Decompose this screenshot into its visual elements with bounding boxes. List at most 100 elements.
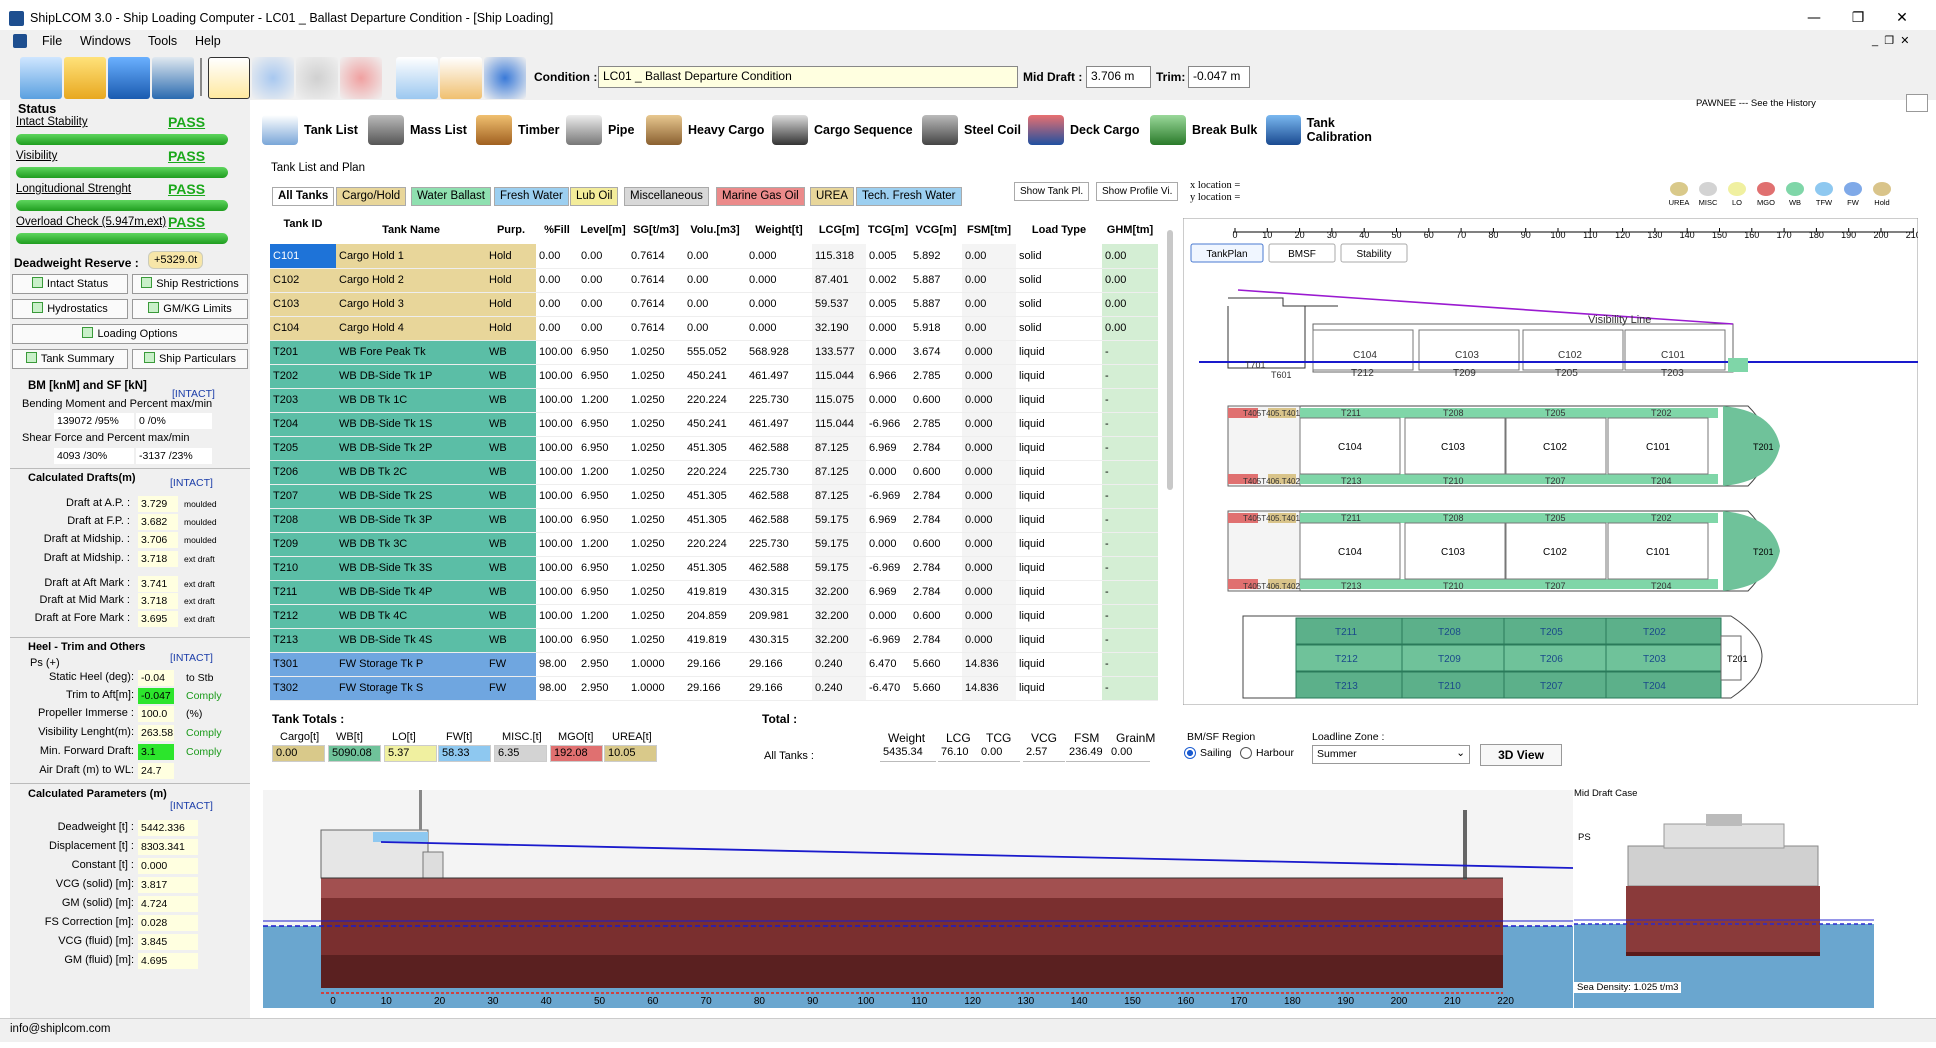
ship-restrictions-button[interactable]: Ship Restrictions: [132, 274, 248, 294]
report-icon[interactable]: [208, 57, 250, 99]
column-header[interactable]: Tank Name: [336, 224, 486, 237]
show-tank-plan-button[interactable]: Show Tank Pl.: [1014, 182, 1090, 201]
tab-tank-list[interactable]: Tank List: [262, 106, 362, 154]
status-visibility-label[interactable]: Visibility: [16, 150, 57, 162]
filter-all-tanks[interactable]: All Tanks: [272, 187, 335, 206]
table-row[interactable]: T210 WB DB-Side Tk 3S WB 100.00 6.950 1.0250 4…: [270, 556, 1158, 581]
filter-urea[interactable]: UREA: [810, 187, 854, 206]
table-row[interactable]: T211 WB DB-Side Tk 4P WB 100.00 6.950 1.0250 4…: [270, 580, 1158, 605]
table-row[interactable]: T213 WB DB-Side Tk 4S WB 100.00 6.950 1.0250 4…: [270, 628, 1158, 653]
table-row[interactable]: C104 Cargo Hold 4 Hold 0.00 0.00 0.7614 0.00 0.…: [270, 316, 1158, 341]
filter-water-ballast[interactable]: Water Ballast: [411, 187, 491, 206]
crane-icon[interactable]: [484, 57, 526, 99]
table-row[interactable]: T208 WB DB-Side Tk 3P WB 100.00 6.950 1.0250 4…: [270, 508, 1158, 533]
column-header[interactable]: Level[m]: [578, 224, 628, 237]
table-row[interactable]: T202 WB DB-Side Tk 1P WB 100.00 6.950 1.0250 4…: [270, 364, 1158, 389]
open-folder-icon[interactable]: [64, 57, 106, 99]
tab-mass-list[interactable]: Mass List: [368, 106, 467, 154]
history-link[interactable]: PAWNEE --- See the History: [1696, 98, 1816, 109]
filter-fresh-water[interactable]: Fresh Water: [494, 187, 569, 206]
new-file-icon[interactable]: [20, 57, 62, 99]
table-row[interactable]: C102 Cargo Hold 2 Hold 0.00 0.00 0.7614 0.00 0.…: [270, 268, 1158, 293]
table-cell: 462.588: [746, 436, 812, 461]
filter-mgo[interactable]: Marine Gas Oil: [716, 187, 805, 206]
loading-options-button[interactable]: Loading Options: [12, 324, 248, 344]
column-header[interactable]: SG[t/m3]: [628, 224, 684, 237]
plan-view-button[interactable]: BMSF: [1268, 243, 1336, 263]
tank-summary-button[interactable]: Tank Summary: [12, 349, 128, 369]
table-row[interactable]: T301 FW Storage Tk P FW 98.00 2.950 1.0000 29.…: [270, 652, 1158, 677]
view-3d-button[interactable]: 3D View: [1480, 744, 1562, 766]
tab-deck-cargo[interactable]: Deck Cargo: [1028, 106, 1139, 154]
table-row[interactable]: C101 Cargo Hold 1 Hold 0.00 0.00 0.7614 0.00 0.…: [270, 244, 1158, 269]
plan-view-button[interactable]: TankPlan: [1190, 243, 1264, 263]
table-row[interactable]: T207 WB DB-Side Tk 2S WB 100.00 6.950 1.0250 4…: [270, 484, 1158, 509]
table-row[interactable]: T204 WB DB-Side Tk 1S WB 100.00 6.950 1.0250 4…: [270, 412, 1158, 437]
filter-cargo-hold[interactable]: Cargo/Hold: [336, 187, 407, 206]
chart-icon[interactable]: [440, 57, 482, 99]
status-overload-label[interactable]: Overload Check (5.947m,ext): [16, 216, 166, 228]
column-header[interactable]: LCG[m]: [812, 224, 866, 237]
column-header[interactable]: Tank ID: [270, 218, 336, 231]
tab-heavy-cargo[interactable]: Heavy Cargo: [646, 106, 764, 154]
sailing-radio[interactable]: [1184, 747, 1196, 759]
table-row[interactable]: T201 WB Fore Peak Tk WB 100.00 6.950 1.0250 55…: [270, 340, 1158, 365]
status-intact-label[interactable]: Intact Stability: [16, 116, 88, 128]
harbour-radio[interactable]: [1240, 747, 1252, 759]
ship-particulars-button[interactable]: Ship Particulars: [132, 349, 248, 369]
column-header[interactable]: VCG[m]: [910, 224, 962, 237]
table-row[interactable]: T209 WB DB Tk 3C WB 100.00 1.200 1.0250 220.22…: [270, 532, 1158, 557]
ship-front-icon[interactable]: [252, 57, 294, 99]
menu-windows[interactable]: Windows: [80, 34, 131, 48]
loading-icon[interactable]: [340, 57, 382, 99]
column-header[interactable]: Weight[t]: [746, 224, 812, 237]
menu-tools[interactable]: Tools: [148, 34, 177, 48]
tab-cargo-sequence[interactable]: Cargo Sequence: [772, 106, 913, 154]
table-row[interactable]: T206 WB DB Tk 2C WB 100.00 1.200 1.0250 220.22…: [270, 460, 1158, 485]
table-scrollbar[interactable]: [1167, 230, 1173, 490]
plan-view-button[interactable]: Stability: [1340, 243, 1408, 263]
calculator-icon[interactable]: [396, 57, 438, 99]
condition-field[interactable]: LC01 _ Ballast Departure Condition: [598, 66, 1018, 88]
save-icon[interactable]: [108, 57, 150, 99]
hydrostatics-button[interactable]: Hydrostatics: [12, 299, 128, 319]
filter-misc[interactable]: Miscellaneous: [624, 187, 709, 206]
table-row[interactable]: C103 Cargo Hold 3 Hold 0.00 0.00 0.7614 0.00 0.…: [270, 292, 1158, 317]
mdi-controls[interactable]: _ ❐ ✕: [1872, 34, 1909, 47]
tab-break-bulk[interactable]: Break Bulk: [1150, 106, 1257, 154]
column-header[interactable]: TCG[m]: [866, 224, 910, 237]
status-strength-label[interactable]: Longitudional Strenght: [16, 183, 131, 195]
tab-tank-calibration[interactable]: Tank Calibration: [1266, 106, 1400, 154]
filter-tech-fw[interactable]: Tech. Fresh Water: [856, 187, 962, 206]
menu-file[interactable]: File: [42, 34, 62, 48]
panel-toggle[interactable]: [1906, 94, 1928, 112]
table-cell: T201: [270, 340, 336, 365]
column-header[interactable]: GHM[tm]: [1102, 224, 1158, 237]
close-button[interactable]: ✕: [1888, 8, 1916, 28]
ship-side-icon[interactable]: [296, 57, 338, 99]
filter-lub-oil[interactable]: Lub Oil: [570, 187, 619, 206]
heel-value: 263.58: [138, 725, 174, 741]
column-header[interactable]: Purp.: [486, 224, 536, 237]
loadline-select[interactable]: Summer ⌄: [1312, 745, 1470, 764]
print-icon[interactable]: [152, 57, 194, 99]
trim-field[interactable]: -0.047 m: [1188, 66, 1250, 88]
column-header[interactable]: Load Type: [1016, 224, 1102, 237]
show-profile-button[interactable]: Show Profile Vi.: [1096, 182, 1179, 201]
maximize-button[interactable]: ❐: [1844, 8, 1872, 28]
table-row[interactable]: T302 FW Storage Tk S FW 98.00 2.950 1.0000 29.…: [270, 676, 1158, 701]
table-row[interactable]: T203 WB DB Tk 1C WB 100.00 1.200 1.0250 220.22…: [270, 388, 1158, 413]
minimize-button[interactable]: —: [1800, 8, 1828, 28]
column-header[interactable]: Volu.[m3]: [684, 224, 746, 237]
gm-kg-limits-button[interactable]: GM/KG Limits: [132, 299, 248, 319]
tab-pipe[interactable]: Pipe: [566, 106, 634, 154]
intact-status-button[interactable]: Intact Status: [12, 274, 128, 294]
tab-steel-coil[interactable]: Steel Coil: [922, 106, 1021, 154]
menu-help[interactable]: Help: [195, 34, 221, 48]
column-header[interactable]: FSM[tm]: [962, 224, 1016, 237]
column-header[interactable]: %Fill: [536, 224, 578, 237]
table-row[interactable]: T205 WB DB-Side Tk 2P WB 100.00 6.950 1.0250 4…: [270, 436, 1158, 461]
mid-draft-field[interactable]: 3.706 m: [1086, 66, 1151, 88]
tab-timber[interactable]: Timber: [476, 106, 559, 154]
table-row[interactable]: T212 WB DB Tk 4C WB 100.00 1.200 1.0250 204.85…: [270, 604, 1158, 629]
